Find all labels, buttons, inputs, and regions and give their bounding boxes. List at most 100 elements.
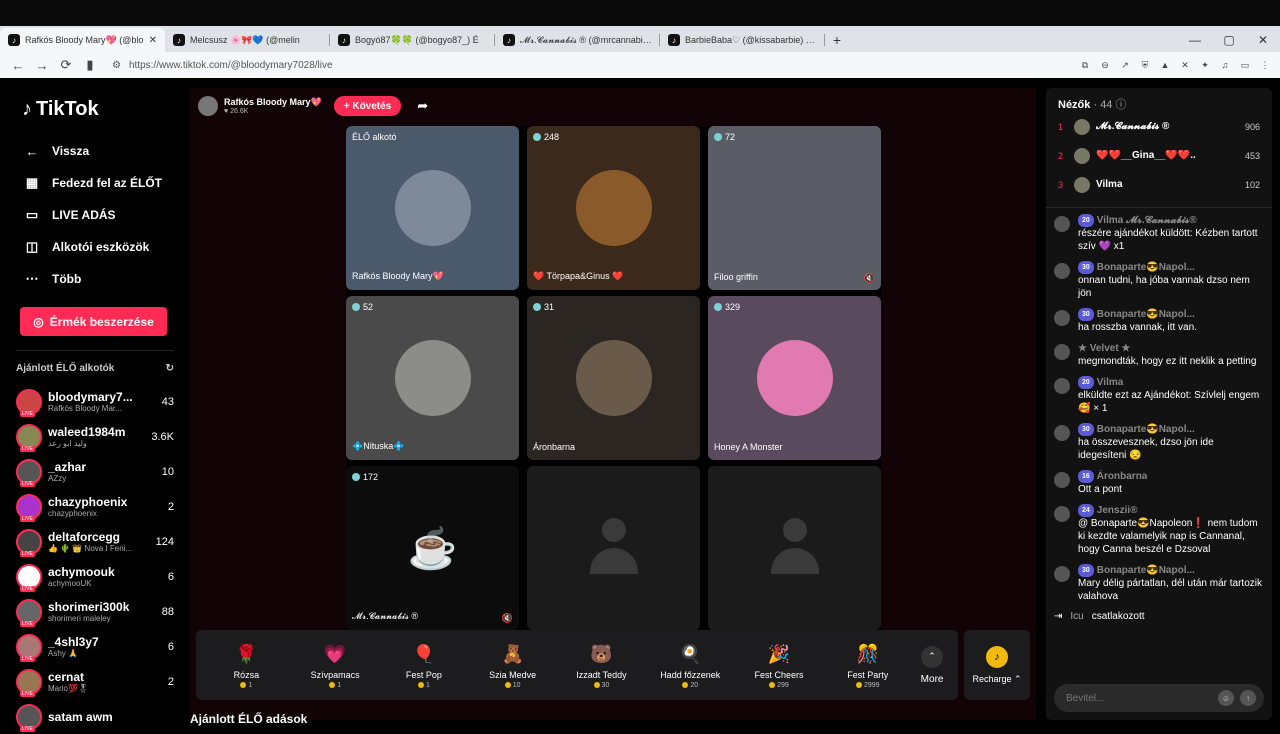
extension-icon[interactable]: ✕ xyxy=(1178,58,1192,72)
recommended-creator[interactable]: deltaforcegg👍 🌵 👑 Nova I Feni... 124 xyxy=(16,524,174,559)
sidebar-nav-item[interactable]: ▦ Fedezd fel az ÉLŐT xyxy=(16,167,174,199)
gift-item[interactable]: 🎊 Fest Party 2999 xyxy=(823,642,912,689)
chat-message[interactable]: 30 Bonaparte😎Napol... onnan tudni, ha jóba… xyxy=(1054,261,1264,300)
reload-icon[interactable]: ⟳ xyxy=(56,55,76,75)
tiktok-logo[interactable]: ♪ TikTok xyxy=(22,98,174,121)
gift-price-value: 30 xyxy=(601,681,610,689)
music-icon[interactable]: ♫ xyxy=(1218,58,1232,72)
guest-tile[interactable] xyxy=(527,466,700,630)
puzzle-icon[interactable]: ✦ xyxy=(1198,58,1212,72)
viewers-header[interactable]: Nézők · 44 ⓘ xyxy=(1058,96,1260,112)
chat-message[interactable]: 20 Vilma 𝓜𝓻.𝓒𝓪𝓷𝓷𝓪𝓫𝓲𝓼® részére ajándékot kü… xyxy=(1054,214,1264,253)
info-icon[interactable]: ⓘ xyxy=(1116,99,1127,111)
more-gifts-button[interactable]: ⌃ More xyxy=(912,645,952,685)
recommended-creator[interactable]: cernatMario💯🎖 2 xyxy=(16,664,174,699)
emoji-icon[interactable]: ☺ xyxy=(1218,690,1234,706)
site-info-icon[interactable]: ⚙ xyxy=(112,60,121,71)
send-icon[interactable]: ↑ xyxy=(1240,690,1256,706)
gift-price: 299 xyxy=(769,682,789,689)
back-link[interactable]: ← Vissza xyxy=(16,135,174,167)
guest-tile[interactable]: 52 💠Nituska💠 xyxy=(346,296,519,460)
guest-tile[interactable]: 329 Honey A Monster xyxy=(708,296,881,460)
guest-tile[interactable]: 31 Áronbarna xyxy=(527,296,700,460)
gift-price: 20 xyxy=(682,682,698,689)
refresh-icon[interactable]: ↻ xyxy=(166,363,174,374)
gift-label: Fest Pop xyxy=(405,669,442,680)
gift-icon: 🎉 xyxy=(767,644,791,664)
gift-item[interactable]: 🧸 Szia Medve 10 xyxy=(468,642,557,689)
sidebar-icon[interactable]: ▭ xyxy=(1238,58,1252,72)
recommended-creator[interactable]: shorimeri300kshorimeri maleley 88 xyxy=(16,594,174,629)
top-viewer-row[interactable]: 3 Vilma 102 xyxy=(1058,170,1260,199)
creator-names: shorimeri300k shorimeri maleley xyxy=(48,600,138,623)
tiktok-favicon-icon: ♪ xyxy=(338,34,350,46)
top-viewer-row[interactable]: 2 ❤️❤️__Gina__❤️❤️.. 453 xyxy=(1058,141,1260,170)
shield-icon[interactable]: ⛨ xyxy=(1138,58,1152,72)
close-tab-icon[interactable]: ✕ xyxy=(149,35,157,46)
translate-icon[interactable]: ⧉ xyxy=(1078,58,1092,72)
minimize-icon[interactable]: — xyxy=(1178,28,1212,52)
guest-tile[interactable]: ÉLŐ alkotó Rafkós Bloody Mary💖 xyxy=(346,126,519,290)
chat-message[interactable]: 30 Bonaparte😎Napol... Mary délig pártatlan… xyxy=(1054,564,1264,603)
level-badge: 20 xyxy=(1078,376,1094,389)
gift-item[interactable]: 🌹 Rózsa 1 xyxy=(202,642,291,689)
guest-tile[interactable]: 72 Filoo griffin 🔇 xyxy=(708,126,881,290)
camera-icon: ▭ xyxy=(25,207,39,222)
warning-icon[interactable]: ▲ xyxy=(1158,58,1172,72)
follow-button[interactable]: + Követés xyxy=(333,96,402,116)
gift-item[interactable]: 🐻 Izzadt Teddy 30 xyxy=(557,642,646,689)
message-user: Vilma 𝓜𝓻.𝓒𝓪𝓷𝓷𝓪𝓫𝓲𝓼® xyxy=(1096,215,1197,226)
chat-message[interactable]: 20 Vilma elküldte ezt az Ajándékot: Szívle… xyxy=(1054,376,1264,415)
browser-tab[interactable]: ♪ Melcsusz 🌸🎀💙 (@melin xyxy=(165,28,330,52)
zoom-icon[interactable]: ⊖ xyxy=(1098,58,1112,72)
gift-icon: 💗 xyxy=(323,644,347,664)
gift-price: 1 xyxy=(329,682,341,689)
close-window-icon[interactable]: ✕ xyxy=(1246,28,1280,52)
recommended-creator[interactable]: achymooukachymooUK 6 xyxy=(16,559,174,594)
chat-message[interactable]: ★ Velvet ★ megmondták, hogy ez itt neklik… xyxy=(1054,342,1264,368)
bookmark-icon[interactable]: ▮ xyxy=(80,55,100,75)
browser-tab[interactable]: ♪ BarbieBaba♡ (@kissabarbie) ÉLŐ xyxy=(660,28,825,52)
recommended-creator[interactable]: satam awm xyxy=(16,699,174,734)
chat-message[interactable]: 30 Bonaparte😎Napol... ha összevesznek, dzs… xyxy=(1054,423,1264,462)
sidebar-nav-item[interactable]: ⋯ Több xyxy=(16,263,174,295)
chat-message[interactable]: 24 Jenszii® @ Bonaparte😎Napoleon❗ nem tudo… xyxy=(1054,504,1264,556)
gift-item[interactable]: 🍳 Hadd főzzenek 20 xyxy=(646,642,735,689)
url-field[interactable]: ⚙ https://www.tiktok.com/@bloodymary7028… xyxy=(104,55,1004,75)
guest-tile[interactable]: 172 ☕ 𝓜𝓻.𝓒𝓪𝓷𝓷𝓪𝓫𝓲𝓼 ® 🔇 xyxy=(346,466,519,630)
back-arrow-icon[interactable]: ← xyxy=(8,55,28,75)
creator-nickname: achymooUK xyxy=(48,579,92,588)
share-icon[interactable]: ➦ xyxy=(417,98,428,114)
recommended-creator[interactable]: _4shl3y7Ashy 🙏 6 xyxy=(16,629,174,664)
recommended-creator[interactable]: chazyphoenixchazyphoenix 2 xyxy=(16,489,174,524)
placeholder-head xyxy=(601,518,626,542)
gift-item[interactable]: 🎈 Fest Pop 1 xyxy=(380,642,469,689)
recommended-creator[interactable]: waleed1984mوليد ابو رعد 3.6K xyxy=(16,419,174,454)
host-name[interactable]: Rafkós Bloody Mary💖 xyxy=(224,97,322,108)
avatar xyxy=(1054,378,1070,394)
share-page-icon[interactable]: ↗ xyxy=(1118,58,1132,72)
gift-label: Fest Cheers xyxy=(754,669,804,680)
guest-tile[interactable]: 248 ❤️ Törpapa&Ginus ❤️ xyxy=(527,126,700,290)
chat-input[interactable] xyxy=(1066,692,1212,704)
recharge-button[interactable]: ♪ Recharge ⌃ xyxy=(964,630,1030,700)
gift-item[interactable]: 💗 Szívpamacs 1 xyxy=(291,642,380,689)
chat-message[interactable]: 30 Bonaparte😎Napol... ha rosszba vannak, i… xyxy=(1054,308,1264,334)
browser-tab[interactable]: ♪ Rafkós Bloody Mary💖 (@blo ✕ xyxy=(0,28,165,52)
maximize-icon[interactable]: ▢ xyxy=(1212,28,1246,52)
get-coins-button[interactable]: ◎ Érmék beszerzése xyxy=(20,307,167,336)
recommended-creator[interactable]: bloodymary7...Rafkós Bloody Mar... 43 xyxy=(16,384,174,419)
recommended-creator[interactable]: _azharAZzy 10 xyxy=(16,454,174,489)
top-viewer-row[interactable]: 1 𝓜𝓻.𝓒𝓪𝓷𝓷𝓪𝓫𝓲𝓼 ® 906 xyxy=(1058,112,1260,141)
guest-tile[interactable] xyxy=(708,466,881,630)
host-avatar[interactable] xyxy=(198,96,218,116)
new-tab-button[interactable]: + xyxy=(825,28,849,52)
browser-tab[interactable]: ♪ Bogyó87🍀🍀 (@bogyo87_) É xyxy=(330,28,495,52)
gift-item[interactable]: 🎉 Fest Cheers 299 xyxy=(735,642,824,689)
browser-tab[interactable]: ♪ 𝓜𝓻.𝓒𝓪𝓷𝓷𝓪𝓫𝓲𝓼 ® (@mrcannabis_) xyxy=(495,28,660,52)
sidebar-nav-item[interactable]: ▭ LIVE ADÁS xyxy=(16,199,174,231)
chat-message[interactable]: 16 Áronbarna Ott a pont xyxy=(1054,470,1264,496)
menu-icon[interactable]: ⋮ xyxy=(1258,58,1272,72)
forward-arrow-icon[interactable]: → xyxy=(32,55,52,75)
sidebar-nav-item[interactable]: ◫ Alkotói eszközök xyxy=(16,231,174,263)
